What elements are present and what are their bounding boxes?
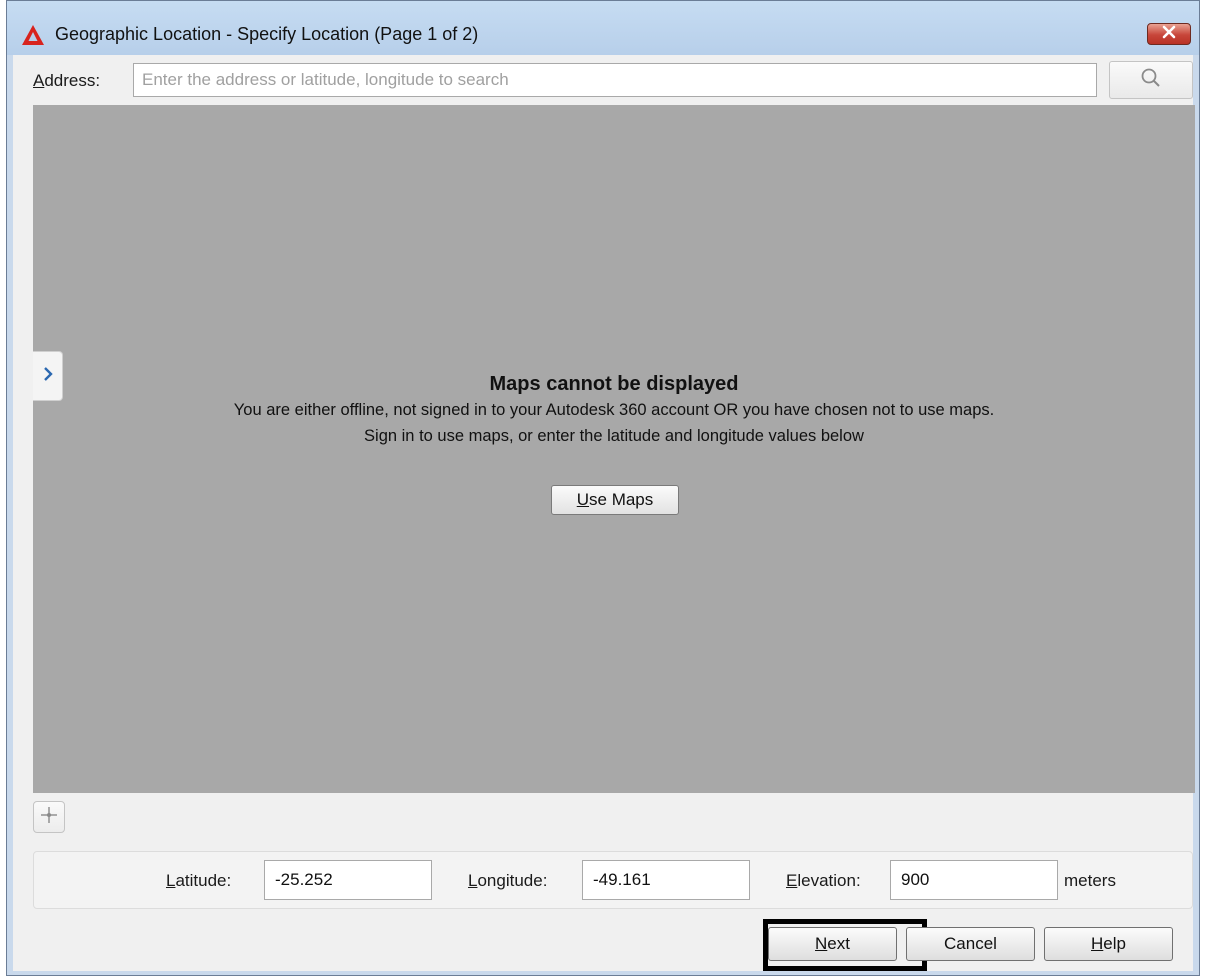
autocad-logo-icon — [21, 23, 45, 47]
crosshair-icon — [39, 805, 59, 830]
close-icon — [1162, 24, 1176, 44]
use-maps-button[interactable]: Use Maps — [551, 485, 679, 515]
latitude-label: Latitude: — [166, 871, 232, 890]
elevation-input[interactable] — [890, 860, 1058, 900]
cancel-button[interactable]: Cancel — [906, 927, 1035, 961]
longitude-label: Longitude: — [468, 871, 548, 890]
map-area: Maps cannot be displayed You are either … — [33, 105, 1195, 793]
next-button[interactable]: Next — [768, 927, 897, 961]
longitude-input[interactable] — [582, 860, 750, 900]
map-message: Maps cannot be displayed You are either … — [33, 371, 1195, 449]
coordinates-panel: Latitude: Longitude: Elevation: meters — [33, 851, 1193, 909]
map-message-title: Maps cannot be displayed — [489, 373, 739, 395]
map-message-line-1: You are either offline, not signed in to… — [233, 401, 995, 419]
close-button[interactable] — [1147, 23, 1191, 45]
dialog-body: Address: Maps cannot be displayed Y — [13, 55, 1195, 971]
help-button[interactable]: Help — [1044, 927, 1173, 961]
locate-button[interactable] — [33, 801, 65, 833]
elevation-units: meters — [1064, 871, 1116, 890]
address-search-input[interactable] — [133, 63, 1097, 97]
dialog-window: Geographic Location - Specify Location (… — [6, 0, 1200, 976]
address-label: Address: — [33, 71, 101, 90]
search-icon — [1140, 67, 1162, 94]
elevation-label: Elevation: — [786, 871, 861, 890]
latitude-input[interactable] — [264, 860, 432, 900]
window-title: Geographic Location - Specify Location (… — [55, 24, 479, 44]
title-bar[interactable]: Geographic Location - Specify Location (… — [7, 1, 1199, 55]
map-message-line-2: Sign in to use maps, or enter the latitu… — [364, 427, 864, 445]
search-button[interactable] — [1109, 61, 1193, 99]
